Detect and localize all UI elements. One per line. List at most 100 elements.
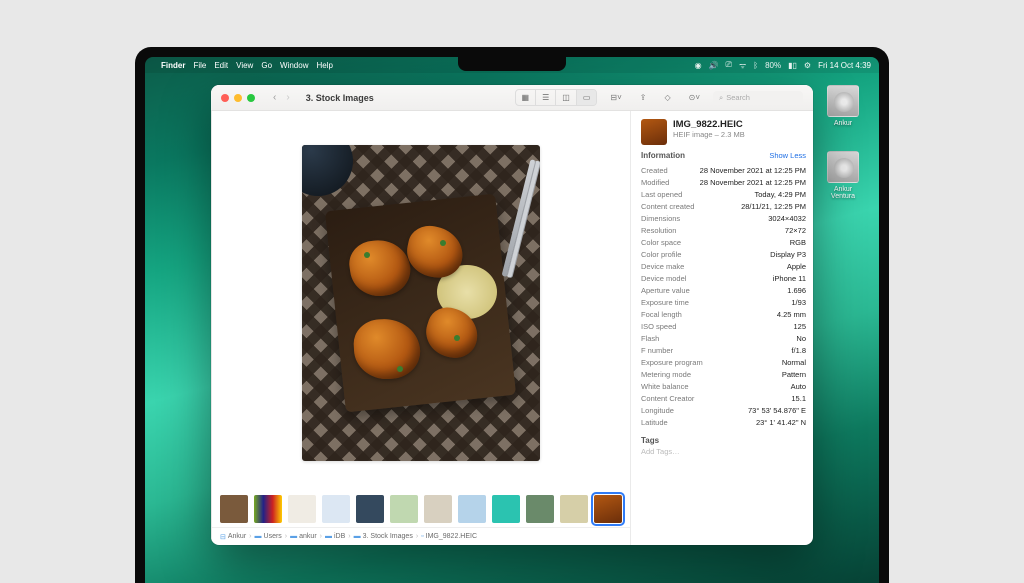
show-less-link[interactable]: Show Less bbox=[769, 151, 806, 160]
thumbnail[interactable] bbox=[356, 495, 384, 523]
battery-pct: 80% bbox=[765, 61, 781, 70]
gallery-view-button[interactable]: ▭ bbox=[577, 90, 597, 105]
folder-icon: ▬ bbox=[255, 533, 262, 540]
thumbnail[interactable] bbox=[254, 495, 282, 523]
thumbnail[interactable] bbox=[526, 495, 554, 523]
thumbnail[interactable] bbox=[390, 495, 418, 523]
minimize-button[interactable] bbox=[234, 94, 242, 102]
group-button[interactable]: ⊟˅ bbox=[605, 90, 626, 105]
info-key: Dimensions bbox=[641, 214, 680, 223]
menu-view[interactable]: View bbox=[236, 61, 253, 70]
view-switcher: ▦ ☰ ◫ ▭ bbox=[515, 89, 598, 106]
file-name: IMG_9822.HEIC bbox=[673, 119, 745, 130]
info-value: 3024×4032 bbox=[768, 214, 806, 223]
path-segment[interactable]: ▫IMG_9822.HEIC bbox=[421, 533, 477, 540]
info-row: F numberf/1.8 bbox=[641, 344, 806, 356]
wifi-icon[interactable]: ᯤ bbox=[739, 60, 746, 71]
info-value: 1.696 bbox=[787, 286, 806, 295]
path-segment[interactable]: ⊟Ankur bbox=[220, 533, 246, 541]
info-key: Flash bbox=[641, 334, 659, 343]
titlebar[interactable]: ‹ › 3. Stock Images ▦ ☰ ◫ ▭ ⊟˅ ⇪ ◇ ⊙˅ ⌕ … bbox=[211, 85, 813, 111]
info-key: Last opened bbox=[641, 190, 682, 199]
tag-button[interactable]: ◇ bbox=[659, 90, 675, 105]
info-key: Latitude bbox=[641, 418, 668, 427]
share-button[interactable]: ⇪ bbox=[635, 90, 652, 105]
search-icon: ⌕ bbox=[719, 93, 723, 103]
action-button[interactable]: ⊙˅ bbox=[684, 90, 705, 105]
path-segment[interactable]: ▬3. Stock Images bbox=[354, 533, 413, 540]
record-icon[interactable]: ◉ bbox=[695, 61, 702, 70]
column-view-button[interactable]: ◫ bbox=[556, 90, 577, 105]
thumbnail[interactable] bbox=[492, 495, 520, 523]
sound-icon[interactable]: 🔊 bbox=[709, 61, 719, 70]
info-row: Color space RGB bbox=[641, 236, 806, 248]
info-row: Last openedToday, 4:29 PM bbox=[641, 188, 806, 200]
info-row: Modified 28 November 2021 at 12:25 PM bbox=[641, 176, 806, 188]
control-center-icon[interactable]: ⚙ bbox=[804, 61, 811, 70]
info-key: Color profile bbox=[641, 250, 681, 259]
thumbnail[interactable] bbox=[458, 495, 486, 523]
thumbnail[interactable] bbox=[220, 495, 248, 523]
info-row: Metering modePattern bbox=[641, 368, 806, 380]
menu-help[interactable]: Help bbox=[316, 61, 332, 70]
back-button[interactable]: ‹ bbox=[269, 90, 280, 105]
info-key: Exposure time bbox=[641, 298, 689, 307]
menu-go[interactable]: Go bbox=[261, 61, 272, 70]
battery-icon[interactable]: ▮▯ bbox=[788, 61, 797, 70]
search-field[interactable]: ⌕ Search bbox=[713, 91, 803, 105]
disk-icon bbox=[827, 85, 859, 117]
app-name[interactable]: Finder bbox=[161, 61, 185, 70]
info-row: FlashNo bbox=[641, 332, 806, 344]
info-value: 28 November 2021 at 12:25 PM bbox=[700, 178, 806, 187]
info-key: White balance bbox=[641, 382, 689, 391]
path-segment[interactable]: ▬ankur bbox=[290, 533, 317, 540]
clock[interactable]: Fri 14 Oct 4:39 bbox=[818, 61, 871, 70]
info-row: Dimensions 3024×4032 bbox=[641, 212, 806, 224]
desktop-drive[interactable]: Ankur bbox=[823, 85, 863, 127]
menu-edit[interactable]: Edit bbox=[214, 61, 228, 70]
thumbnail[interactable] bbox=[594, 495, 622, 523]
path-bar: ⊟Ankur›▬Users›▬ankur›▬iDB›▬3. Stock Imag… bbox=[212, 527, 630, 545]
info-row: Color profile Display P3 bbox=[641, 248, 806, 260]
add-tags-field[interactable]: Add Tags… bbox=[641, 447, 806, 456]
path-segment[interactable]: ▬Users bbox=[255, 533, 282, 540]
thumbnail[interactable] bbox=[424, 495, 452, 523]
info-row: Exposure programNormal bbox=[641, 356, 806, 368]
info-key: ISO speed bbox=[641, 322, 676, 331]
screen: Finder File Edit View Go Window Help ◉ 🔊… bbox=[145, 57, 879, 583]
display-icon[interactable]: ⎚ bbox=[726, 60, 732, 70]
list-view-button[interactable]: ☰ bbox=[536, 90, 556, 105]
info-value: 23° 1' 41.42" N bbox=[756, 418, 806, 427]
disk-icon bbox=[827, 151, 859, 183]
info-value: Apple bbox=[787, 262, 806, 271]
info-row: ISO speed125 bbox=[641, 320, 806, 332]
info-value: 15.1 bbox=[791, 394, 806, 403]
icon-view-button[interactable]: ▦ bbox=[516, 90, 537, 105]
info-key: Color space bbox=[641, 238, 681, 247]
menu-file[interactable]: File bbox=[193, 61, 206, 70]
thumbnail-strip bbox=[212, 491, 630, 527]
bluetooth-icon[interactable]: ᛒ bbox=[753, 61, 758, 70]
info-key: Device model bbox=[641, 274, 686, 283]
forward-button[interactable]: › bbox=[282, 90, 293, 105]
info-value: Display P3 bbox=[770, 250, 806, 259]
info-row: Aperture value1.696 bbox=[641, 284, 806, 296]
info-key: Created bbox=[641, 166, 668, 175]
close-button[interactable] bbox=[221, 94, 229, 102]
info-value: 28 November 2021 at 12:25 PM bbox=[700, 166, 806, 175]
info-value: RGB bbox=[790, 238, 806, 247]
zoom-button[interactable] bbox=[247, 94, 255, 102]
path-segment[interactable]: ▬iDB bbox=[325, 533, 345, 540]
desktop-drive[interactable]: Ankur Ventura bbox=[823, 151, 863, 200]
thumbnail[interactable] bbox=[322, 495, 350, 523]
info-key: Modified bbox=[641, 178, 669, 187]
preview-image[interactable] bbox=[302, 145, 540, 461]
info-value: 4.25 mm bbox=[777, 310, 806, 319]
info-key: Focal length bbox=[641, 310, 682, 319]
thumbnail[interactable] bbox=[560, 495, 588, 523]
info-value: 73° 53' 54.876" E bbox=[748, 406, 806, 415]
menu-window[interactable]: Window bbox=[280, 61, 308, 70]
info-panel: IMG_9822.HEIC HEIF image – 2.3 MB Inform… bbox=[630, 111, 813, 545]
thumbnail[interactable] bbox=[288, 495, 316, 523]
info-row: Device modeliPhone 11 bbox=[641, 272, 806, 284]
